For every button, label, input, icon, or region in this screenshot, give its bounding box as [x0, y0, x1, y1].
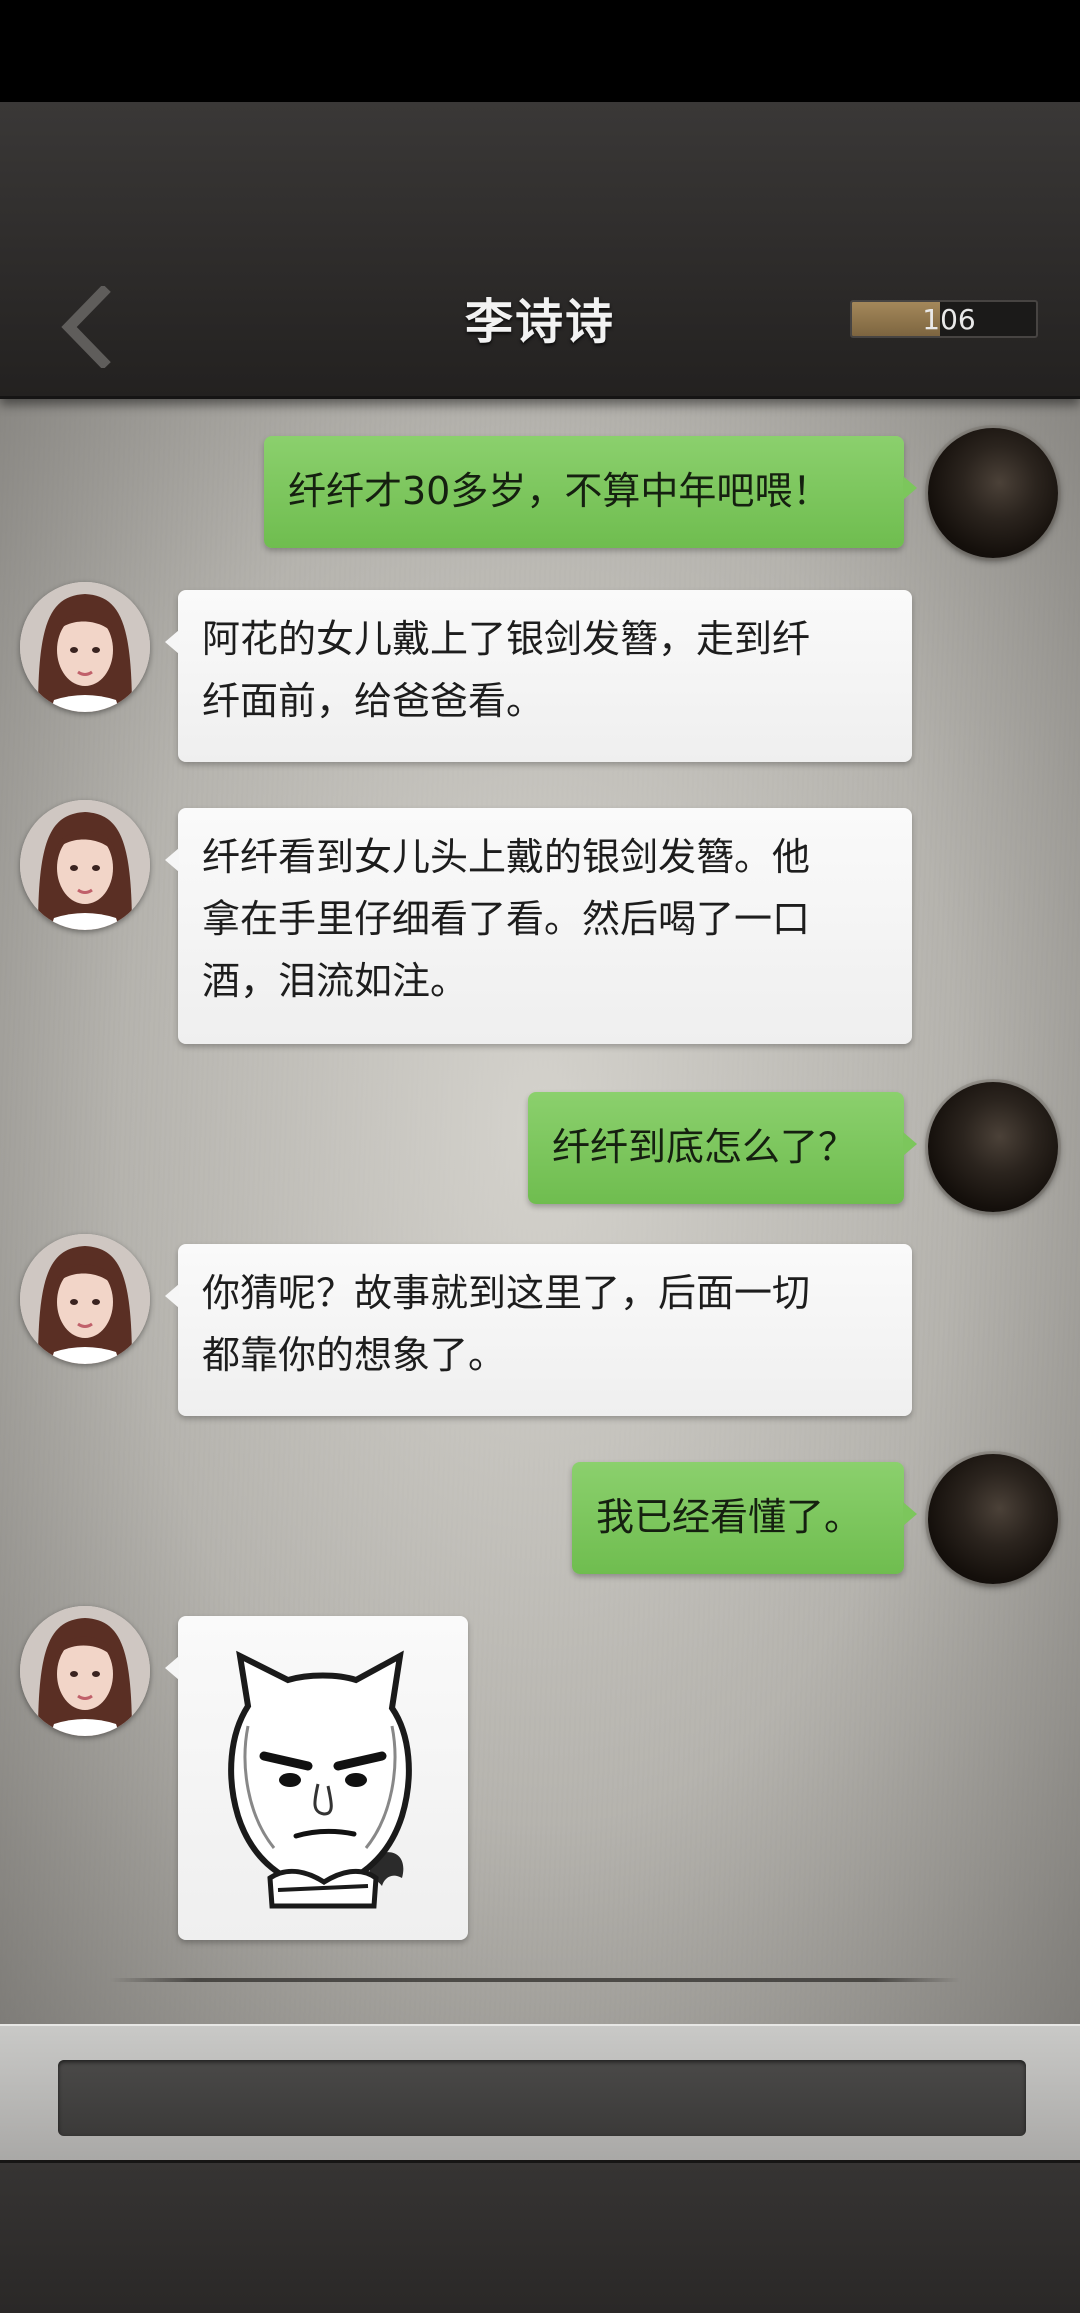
divider-line [110, 1978, 960, 1982]
input-panel [0, 2024, 1080, 2162]
message-bubble-received[interactable]: 纤纤看到女儿头上戴的银剑发簪。他 拿在手里仔细看了看。然后喝了一口 酒，泪流如注… [165, 808, 912, 1044]
contact-portrait-icon [20, 1234, 150, 1364]
message-bubble-received[interactable]: 你猜呢？故事就到这里了，后面一切 都靠你的想象了。 [165, 1244, 912, 1416]
message-bubble-sent[interactable]: 纤纤到底怎么了？ [528, 1092, 917, 1204]
contact-portrait-icon [20, 800, 150, 930]
message-text-line: 纤纤看到女儿头上戴的银剑发簪。他 [202, 835, 811, 879]
message-input[interactable] [58, 2060, 1026, 2136]
message-text: 纤纤才30多岁，不算中年吧喂！ [288, 469, 831, 513]
sticker-message[interactable] [165, 1616, 468, 1940]
avatar-self[interactable] [928, 428, 1058, 558]
message-text: 纤纤到底怎么了？ [552, 1125, 857, 1169]
avatar-self[interactable] [928, 1082, 1058, 1212]
message-text-line: 拿在手里仔细看了看。然后喝了一口 [202, 897, 811, 941]
avatar-contact[interactable] [20, 582, 150, 712]
chat-header: 李诗诗 106 [0, 102, 1080, 399]
contact-portrait-icon [20, 582, 150, 712]
progress-bar: 106 [850, 300, 1038, 338]
avatar-contact[interactable] [20, 1606, 150, 1736]
status-bar [0, 0, 1080, 102]
progress-value: 106 [922, 302, 976, 336]
avatar-contact[interactable] [20, 800, 150, 930]
message-text-line: 都靠你的想象了。 [202, 1333, 507, 1377]
message-bubble-received[interactable]: 阿花的女儿戴上了银剑发簪，走到纤 纤面前，给爸爸看。 [165, 590, 912, 762]
message-text-line: 纤面前，给爸爸看。 [202, 679, 545, 723]
avatar-contact[interactable] [20, 1234, 150, 1364]
footer-bar [0, 2160, 1080, 2313]
chat-area[interactable]: 纤纤才30多岁，不算中年吧喂！ 阿花的女儿戴上了银剑发簪，走到纤 纤面前，给爸爸… [0, 396, 1080, 2024]
message-text-line: 酒，泪流如注。 [202, 959, 469, 1003]
message-bubble-sent[interactable]: 我已经看懂了。 [572, 1462, 917, 1574]
contact-portrait-icon [20, 1606, 150, 1736]
message-bubble-sent[interactable]: 纤纤才30多岁，不算中年吧喂！ [264, 436, 917, 548]
message-text: 我已经看懂了。 [596, 1495, 863, 1539]
cat-face-sticker [228, 1650, 412, 1909]
avatar-self[interactable] [928, 1454, 1058, 1584]
message-text-line: 阿花的女儿戴上了银剑发簪，走到纤 [202, 617, 811, 661]
message-text-line: 你猜呢？故事就到这里了，后面一切 [202, 1271, 811, 1315]
